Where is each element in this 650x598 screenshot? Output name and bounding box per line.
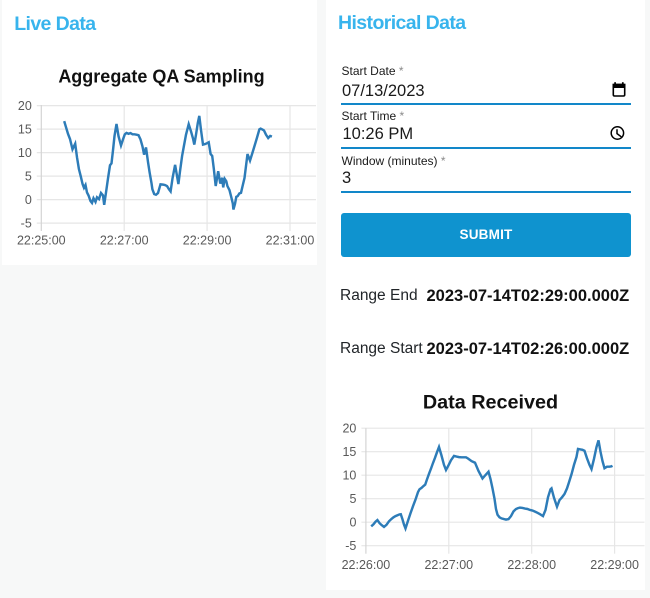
svg-text:10: 10 bbox=[18, 146, 32, 160]
svg-text:22:29:00: 22:29:00 bbox=[183, 234, 232, 248]
svg-text:Data Received: Data Received bbox=[423, 392, 558, 414]
svg-text:22:31:00: 22:31:00 bbox=[266, 234, 315, 248]
svg-text:22:27:00: 22:27:00 bbox=[100, 234, 149, 248]
svg-text:0: 0 bbox=[349, 516, 356, 530]
svg-text:22:29:00: 22:29:00 bbox=[590, 558, 639, 572]
svg-text:20: 20 bbox=[18, 99, 32, 113]
svg-text:-5: -5 bbox=[345, 539, 356, 553]
svg-text:0: 0 bbox=[25, 193, 32, 207]
svg-text:22:28:00: 22:28:00 bbox=[507, 558, 556, 572]
svg-text:22:25:00: 22:25:00 bbox=[17, 234, 66, 248]
svg-text:5: 5 bbox=[25, 170, 32, 184]
svg-text:20: 20 bbox=[342, 422, 356, 436]
svg-text:15: 15 bbox=[18, 123, 32, 137]
svg-text:10: 10 bbox=[342, 469, 356, 483]
svg-text:15: 15 bbox=[342, 445, 356, 459]
svg-text:5: 5 bbox=[349, 492, 356, 506]
svg-text:-5: -5 bbox=[21, 217, 32, 231]
svg-text:22:26:00: 22:26:00 bbox=[342, 558, 391, 572]
svg-text:22:27:00: 22:27:00 bbox=[424, 558, 473, 572]
svg-text:Aggregate QA Sampling: Aggregate QA Sampling bbox=[58, 67, 264, 87]
